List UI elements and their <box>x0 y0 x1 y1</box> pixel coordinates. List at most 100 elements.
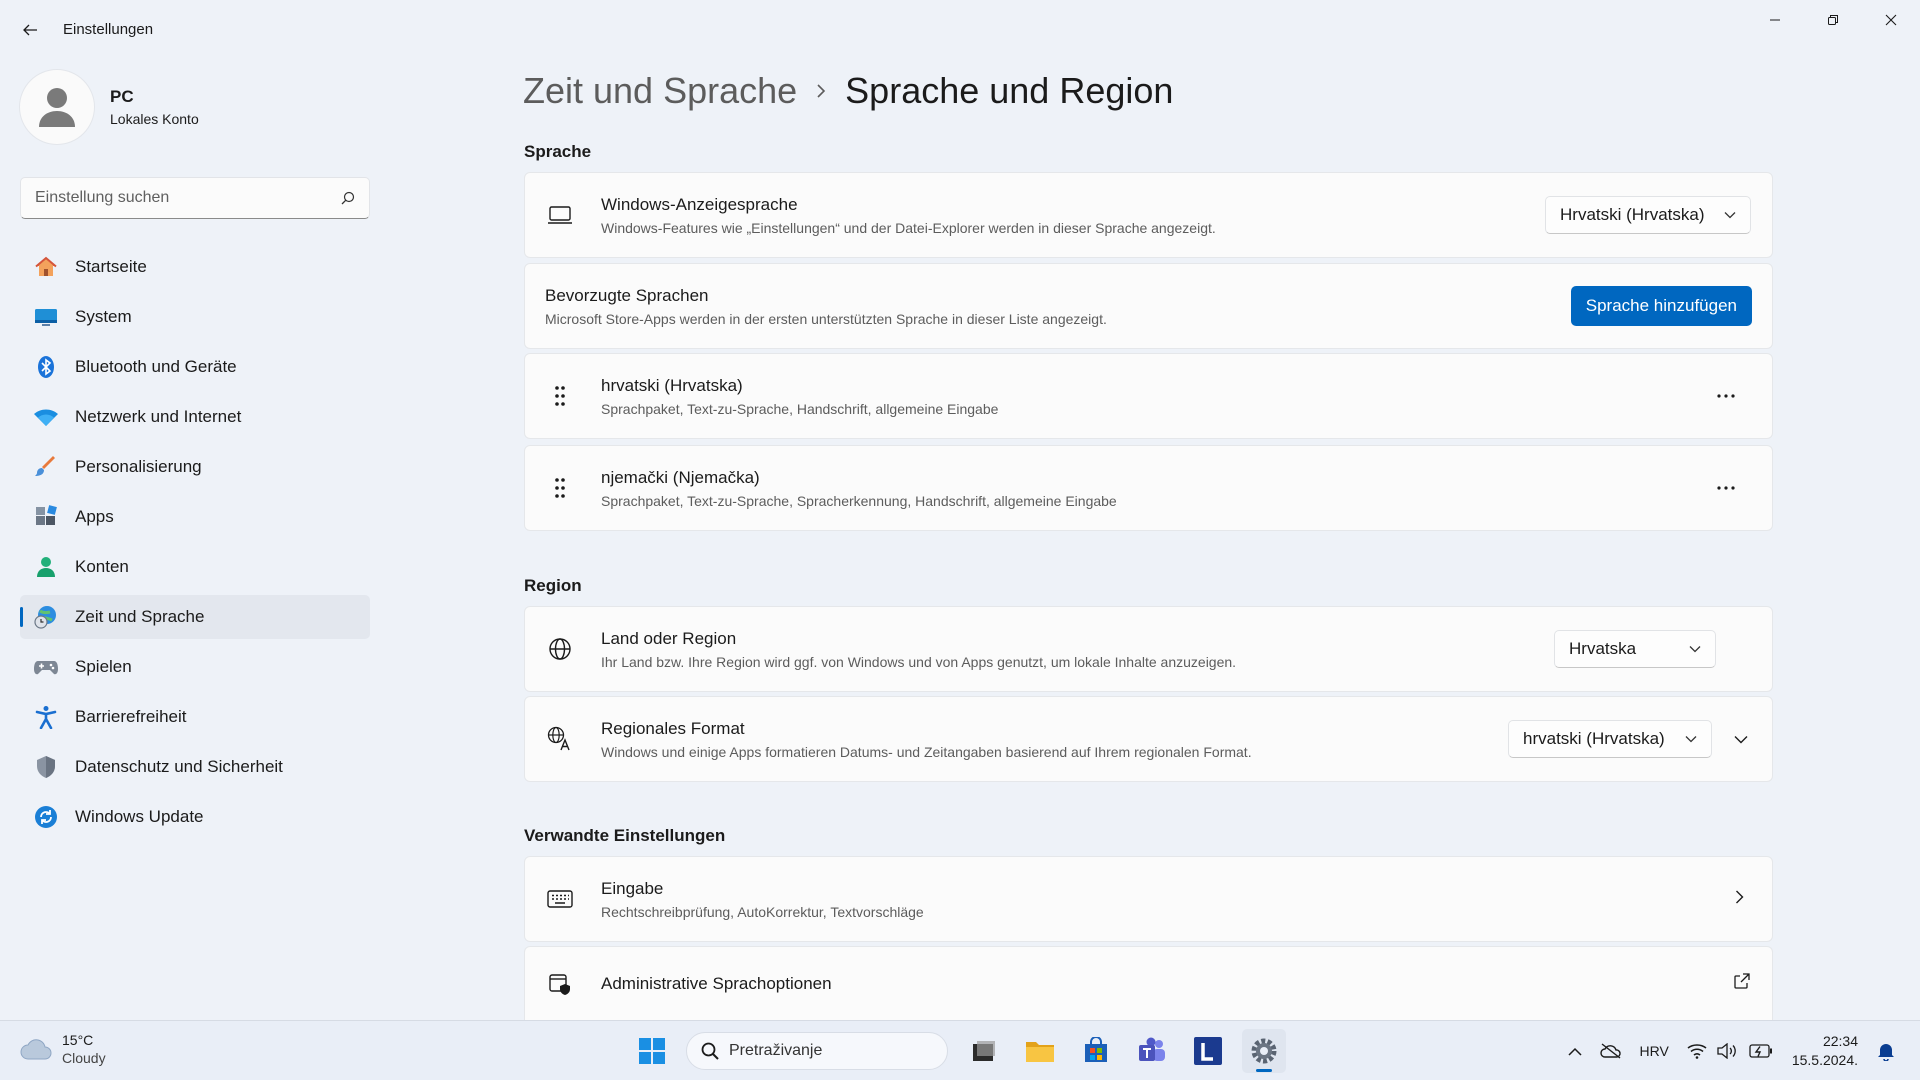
sidebar-item-datenschutz[interactable]: Datenschutz und Sicherheit <box>20 745 370 789</box>
input-language-indicator[interactable]: HRV <box>1640 1043 1669 1059</box>
chevron-down-icon <box>1734 735 1748 743</box>
back-button[interactable] <box>14 14 46 46</box>
sidebar-item-barrierefreiheit[interactable]: Barrierefreiheit <box>20 695 370 739</box>
sidebar-item-label: Barrierefreiheit <box>75 707 187 726</box>
search-icon[interactable] <box>341 191 355 205</box>
sidebar-item-personalisierung[interactable]: Personalisierung <box>20 445 370 489</box>
card-title: Regionales Format <box>601 718 745 738</box>
teams-icon <box>1139 1037 1165 1061</box>
display-language-dropdown[interactable]: Hrvatski (Hrvatska) <box>1545 196 1751 234</box>
breadcrumb: Zeit und Sprache Sprache und Region <box>523 70 1173 112</box>
language-format-icon <box>547 726 573 752</box>
dropdown-value: Hrvatska <box>1569 639 1637 658</box>
taskbar: 15°C Cloudy Pretraživanje HRV 22:34 15.5… <box>0 1020 1920 1080</box>
start-button[interactable] <box>630 1029 674 1073</box>
expand-button[interactable] <box>1730 735 1752 744</box>
minimize-button[interactable] <box>1746 0 1804 40</box>
chevron-down-icon <box>1689 646 1701 653</box>
sidebar-item-label: Startseite <box>75 257 147 276</box>
search-icon <box>701 1042 719 1060</box>
bell-icon <box>1878 1044 1894 1061</box>
clock-date: 15.5.2024. <box>1791 1052 1858 1068</box>
window-controls <box>1746 0 1920 40</box>
battery-charging-icon <box>1749 1044 1772 1058</box>
taskbar-search[interactable]: Pretraživanje <box>686 1032 948 1070</box>
title-bar: Einstellungen <box>0 0 1920 60</box>
card-title: Land oder Region <box>601 628 737 648</box>
sidebar-item-label: Windows Update <box>75 807 204 826</box>
country-dropdown[interactable]: Hrvatska <box>1554 630 1716 668</box>
clock[interactable]: 22:34 15.5.2024. <box>1792 1032 1858 1070</box>
card-title: Administrative Sprachoptionen <box>601 973 832 993</box>
sidebar-item-label: Datenschutz und Sicherheit <box>75 757 283 776</box>
dropdown-value: hrvatski (Hrvatska) <box>1523 729 1665 748</box>
regional-format-dropdown[interactable]: hrvatski (Hrvatska) <box>1508 720 1712 758</box>
settings-app-button[interactable] <box>1242 1029 1286 1073</box>
card-preferred-languages: Bevorzugte Sprachen Microsoft Store-Apps… <box>524 263 1773 349</box>
close-button[interactable] <box>1862 0 1920 40</box>
minimize-icon <box>1770 19 1780 21</box>
language-row: njemački (Njemačka) Sprachpaket, Text-zu… <box>524 445 1773 531</box>
system-tray: HRV 22:34 15.5.2024. <box>1559 1021 1904 1080</box>
sidebar-item-startseite[interactable]: Startseite <box>20 245 370 289</box>
card-title: Bevorzugte Sprachen <box>545 285 709 305</box>
accessibility-icon <box>32 703 60 731</box>
sidebar-item-konten[interactable]: Konten <box>20 545 370 589</box>
taskbar-apps: Pretraživanje <box>630 1029 1298 1073</box>
network-volume-battery-group[interactable] <box>1687 1043 1773 1059</box>
teams-button[interactable] <box>1130 1029 1174 1073</box>
chevron-down-icon <box>1724 212 1736 219</box>
update-icon <box>32 803 60 831</box>
clock-time: 22:34 <box>1822 1033 1858 1049</box>
folder-icon <box>1026 1042 1054 1062</box>
more-options-button[interactable] <box>1706 472 1746 504</box>
file-explorer-button[interactable] <box>1018 1029 1062 1073</box>
show-hidden-icons-button[interactable] <box>1567 1047 1582 1056</box>
breadcrumb-parent[interactable]: Zeit und Sprache <box>523 70 797 112</box>
card-regional-format[interactable]: Regionales Format Windows und einige App… <box>524 696 1773 782</box>
language-features: Sprachpaket, Text-zu-Sprache, Spracherke… <box>601 492 1117 509</box>
restore-icon <box>1828 15 1838 25</box>
card-description: Rechtschreibprüfung, AutoKorrektur, Text… <box>601 903 924 920</box>
sidebar-item-label: Netzwerk und Internet <box>75 407 242 426</box>
sidebar-item-system[interactable]: System <box>20 295 370 339</box>
weather-widget[interactable]: 15°C Cloudy <box>20 1031 106 1067</box>
cloud-off-icon <box>1599 1043 1621 1059</box>
sidebar-item-label: Personalisierung <box>75 457 202 476</box>
sidebar-item-bluetooth[interactable]: Bluetooth und Geräte <box>20 345 370 389</box>
card-typing[interactable]: Eingabe Rechtschreibprüfung, AutoKorrekt… <box>524 856 1773 942</box>
bluetooth-icon <box>32 353 60 381</box>
restore-button[interactable] <box>1804 0 1862 40</box>
language-features: Sprachpaket, Text-zu-Sprache, Handschrif… <box>601 400 999 417</box>
drag-handle-icon[interactable] <box>547 383 573 409</box>
card-country-region: Land oder Region Ihr Land bzw. Ihre Regi… <box>524 606 1773 692</box>
section-title-related: Verwandte Einstellungen <box>524 826 726 845</box>
card-admin-language[interactable]: Administrative Sprachoptionen <box>524 946 1773 1020</box>
sidebar-item-netzwerk[interactable]: Netzwerk und Internet <box>20 395 370 439</box>
l-app-icon <box>1194 1037 1222 1065</box>
sidebar-item-spielen[interactable]: Spielen <box>20 645 370 689</box>
weather-temperature: 15°C <box>62 1032 94 1048</box>
notifications-button[interactable] <box>1877 1041 1895 1061</box>
sidebar-item-windows-update[interactable]: Windows Update <box>20 795 370 839</box>
profile[interactable]: PC Lokales Konto <box>20 70 199 144</box>
l-app-button[interactable] <box>1186 1029 1230 1073</box>
sidebar-item-label: Zeit und Sprache <box>75 607 205 626</box>
more-options-button[interactable] <box>1706 380 1746 412</box>
volume-icon <box>1717 1043 1736 1059</box>
onedrive-button[interactable] <box>1599 1043 1622 1059</box>
shield-icon <box>32 753 60 781</box>
sidebar-item-label: Konten <box>75 557 129 576</box>
sidebar-item-apps[interactable]: Apps <box>20 495 370 539</box>
search-input[interactable] <box>35 189 341 207</box>
app-title: Einstellungen <box>63 21 154 38</box>
language-name: njemački (Njemačka) <box>601 467 760 487</box>
add-language-button[interactable]: Sprache hinzufügen <box>1570 286 1752 326</box>
chevron-right-icon <box>815 83 827 99</box>
microsoft-store-button[interactable] <box>1074 1029 1118 1073</box>
wifi-icon <box>32 403 60 431</box>
sidebar-item-zeit-und-sprache[interactable]: Zeit und Sprache <box>20 595 370 639</box>
dropdown-value: Hrvatski (Hrvatska) <box>1560 205 1705 224</box>
drag-handle-icon[interactable] <box>547 475 573 501</box>
task-view-button[interactable] <box>962 1029 1006 1073</box>
